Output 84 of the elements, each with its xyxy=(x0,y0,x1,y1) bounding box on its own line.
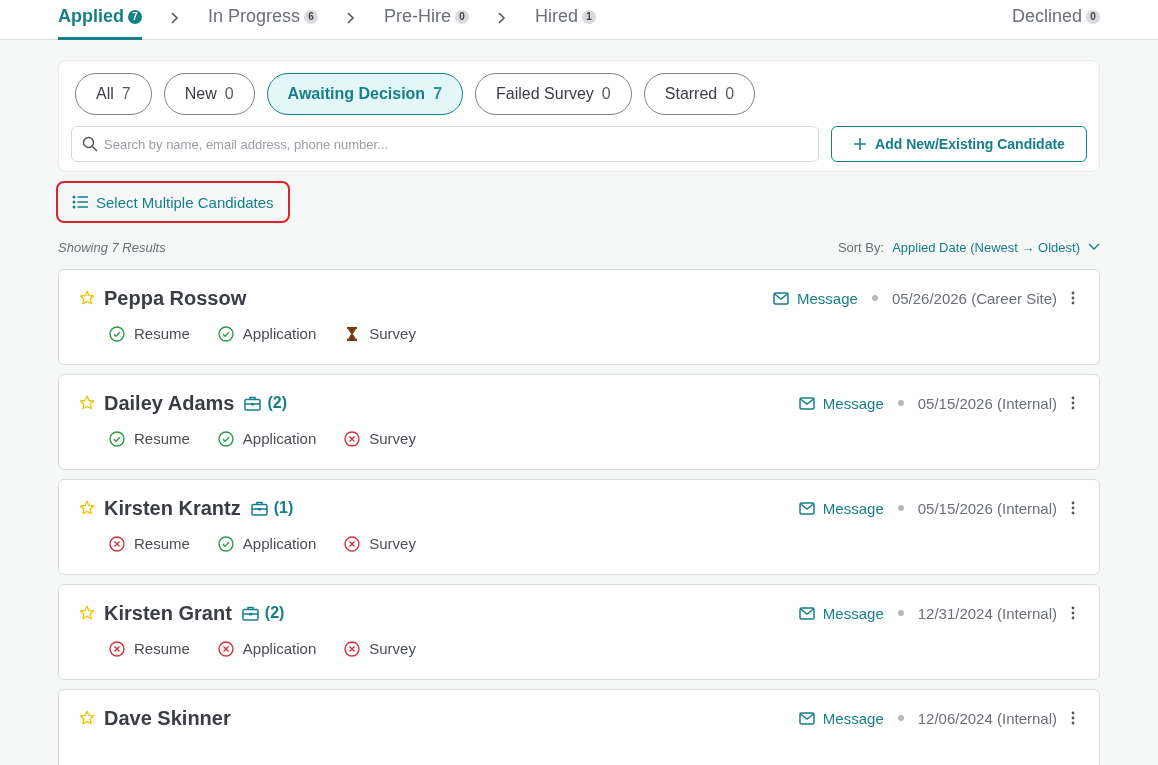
check-label: Resume xyxy=(134,535,190,552)
filter-pill[interactable]: All 7 xyxy=(75,73,152,115)
count-badge: 0 xyxy=(1086,9,1100,24)
stage-tab[interactable]: Hired 1 xyxy=(535,0,597,40)
candidate-card[interactable]: Kirsten Grant (2) Message 12/31/2024 (Internal) Resume Application Survey xyxy=(58,584,1100,680)
applied-date: 12/31/2024 (Internal) xyxy=(917,604,1057,622)
count-badge: 0 xyxy=(455,9,470,24)
message-link[interactable]: Message xyxy=(798,604,884,622)
x-circle-icon xyxy=(344,535,361,552)
search-field[interactable]: Search by name, email address, phone number... xyxy=(71,126,819,162)
count-badge: 6 xyxy=(304,9,319,24)
check-circle-icon xyxy=(217,325,234,342)
stage-tab[interactable]: Declined 0 xyxy=(1011,0,1100,40)
star-icon[interactable] xyxy=(79,395,95,411)
check-label: Survey xyxy=(369,325,416,342)
check-label: Resume xyxy=(134,325,190,342)
envelope-icon xyxy=(798,501,815,515)
applied-date: 05/15/2026 (Internal) xyxy=(917,394,1057,412)
x-circle-icon xyxy=(109,640,125,657)
job-count: (1) xyxy=(273,499,294,517)
select-multiple-button[interactable]: Select Multiple Candidates xyxy=(56,181,290,223)
candidate-card[interactable]: Dave Skinner Message 12/06/2024 (Internal) xyxy=(58,689,1100,765)
envelope-icon xyxy=(798,396,815,410)
job-count: (2) xyxy=(267,394,287,412)
message-link[interactable]: Message xyxy=(773,289,858,307)
filter-pill[interactable]: Awaiting Decision 7 xyxy=(266,73,464,115)
applied-date: 12/06/2024 (Internal) xyxy=(917,709,1057,727)
count-badge: 1 xyxy=(582,9,597,24)
plus-icon xyxy=(853,137,868,151)
stage-tab[interactable]: Applied 7 xyxy=(58,0,142,40)
candidate-card[interactable]: Kirsten Krantz (1) Message 05/15/2026 (Internal) Resume Application Survey xyxy=(58,479,1100,575)
check-label: Resume xyxy=(134,430,190,447)
check-circle-icon xyxy=(109,430,125,447)
search-icon xyxy=(82,136,98,152)
stage-tab[interactable]: In Progress 6 xyxy=(208,0,319,40)
filter-pill[interactable]: Failed Survey 0 xyxy=(475,73,632,115)
filter-pill[interactable]: Starred 0 xyxy=(643,73,756,115)
star-icon[interactable] xyxy=(79,500,95,516)
candidate-name: Kirsten Grant xyxy=(104,601,232,625)
briefcase-icon xyxy=(244,395,262,411)
candidate-card[interactable]: Dailey Adams (2) Message 05/15/2026 (Internal) Resume Application Survey xyxy=(58,374,1100,470)
check-circle-icon xyxy=(217,430,234,447)
add-candidate-button[interactable]: Add New/Existing Candidate xyxy=(831,126,1087,162)
results-count: Showing 7 Results xyxy=(58,239,166,255)
check-circle-icon xyxy=(217,535,234,552)
stage-tab[interactable]: Pre-Hire 0 xyxy=(384,0,470,40)
message-link[interactable]: Message xyxy=(798,709,884,727)
applied-date: 05/26/2026 (Career Site) xyxy=(891,289,1057,307)
candidate-name: Dailey Adams xyxy=(104,391,235,415)
x-circle-icon xyxy=(344,430,361,447)
applied-date: 05/15/2026 (Internal) xyxy=(917,499,1057,517)
sort-dropdown[interactable]: Applied Date (Newest → Oldest) xyxy=(892,239,1100,255)
envelope-icon xyxy=(773,291,789,305)
star-icon[interactable] xyxy=(79,710,95,726)
briefcase-icon xyxy=(250,500,268,516)
star-icon[interactable] xyxy=(79,605,95,621)
envelope-icon xyxy=(798,711,815,725)
x-circle-icon xyxy=(217,640,234,657)
check-label: Application xyxy=(242,535,317,552)
count-badge: 7 xyxy=(128,9,142,24)
chevron-down-icon xyxy=(1088,243,1100,251)
x-circle-icon xyxy=(344,640,361,657)
candidate-card[interactable]: Peppa Rossow Message 05/26/2026 (Career Site) Resume Application Survey xyxy=(58,269,1100,365)
check-label: Survey xyxy=(369,535,416,552)
check-label: Application xyxy=(242,640,317,657)
envelope-icon xyxy=(798,606,815,620)
message-link[interactable]: Message xyxy=(798,499,884,517)
sort-label: Sort By: xyxy=(837,239,885,255)
check-label: Resume xyxy=(134,640,190,657)
x-circle-icon xyxy=(109,535,125,552)
check-label: Survey xyxy=(369,640,416,657)
list-icon xyxy=(72,195,88,209)
check-label: Survey xyxy=(369,430,416,447)
briefcase-icon xyxy=(241,605,259,621)
filter-pill[interactable]: New 0 xyxy=(163,73,255,115)
candidate-name: Kirsten Krantz xyxy=(104,496,241,520)
check-circle-icon xyxy=(109,325,125,342)
check-label: Application xyxy=(242,325,317,342)
star-icon[interactable] xyxy=(79,290,95,306)
candidate-name: Peppa Rossow xyxy=(104,286,247,310)
check-label: Application xyxy=(242,430,317,447)
candidate-name: Dave Skinner xyxy=(104,706,231,730)
job-count: (2) xyxy=(264,604,285,622)
message-link[interactable]: Message xyxy=(798,394,884,412)
